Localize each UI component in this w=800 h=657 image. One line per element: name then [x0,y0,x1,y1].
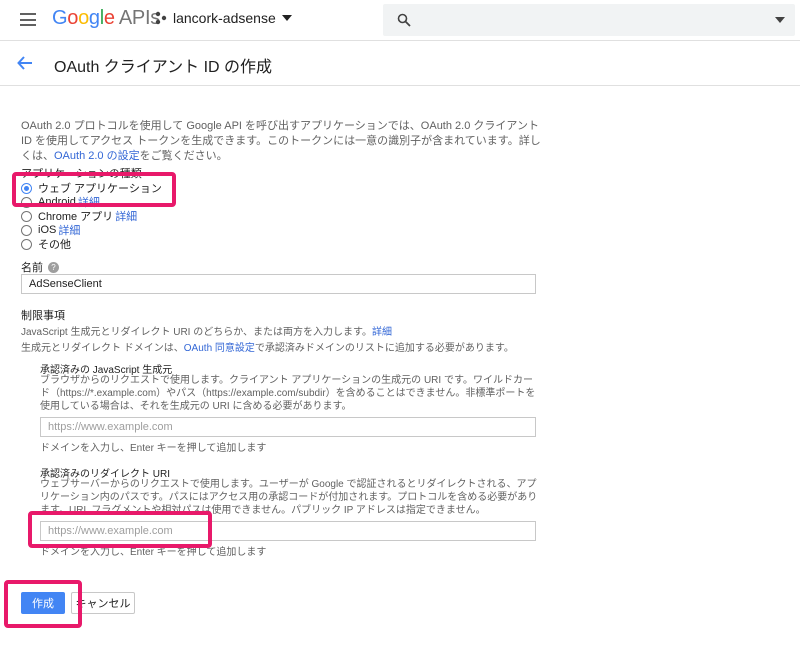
google-apis-logo[interactable]: Google APIs [52,7,160,30]
js-origin-hint: ドメインを入力し、Enter キーを押して追加します [40,443,267,454]
oauth-settings-link[interactable]: OAuth 2.0 の設定 [54,150,140,162]
redirect-uris-desc: ウェブサーバーからのリクエストで使用します。ユーザーが Google で認証され… [40,479,538,516]
page-title: OAuth クライアント ID の作成 [54,59,273,76]
js-origins-desc: ブラウザからのリクエストで使用します。クライアント アプリケーションの生成元の … [40,375,536,412]
logo-google: Google [52,7,115,29]
radio-icon [21,210,32,222]
search-dropdown-icon[interactable] [775,17,785,23]
radio-selected-icon [21,182,32,194]
restrictions-title: 制限事項 [21,310,65,322]
caret-down-icon [281,15,292,21]
radio-icon [21,196,32,208]
back-arrow-icon[interactable] [16,54,34,72]
redirect-uri-input[interactable] [40,521,536,541]
chrome-detail-link[interactable]: 詳細 [115,208,137,224]
create-button[interactable]: 作成 [21,592,65,614]
top-app-bar: Google APIs lancork-adsense [0,0,800,41]
domain-notice: 生成元とリダイレクト ドメインは、OAuth 同意設定で承認済みドメインのリスト… [21,343,514,354]
search-icon [397,13,411,27]
project-name: lancork-adsense [173,10,276,26]
name-label: 名前 ? [21,259,59,275]
restrictions-detail-link[interactable]: 詳細 [372,327,392,338]
intro-text: OAuth 2.0 プロトコルを使用して Google API を呼び出すアプリ… [21,120,541,162]
project-selector[interactable]: lancork-adsense [155,10,292,26]
redirect-uri-hint: ドメインを入力し、Enter キーを押して追加します [40,547,267,558]
radio-icon [21,224,32,236]
page-header: OAuth クライアント ID の作成 [0,41,800,86]
radio-icon [21,238,32,250]
menu-icon[interactable] [20,13,36,26]
oauth-consent-link[interactable]: OAuth 同意設定 [184,343,255,354]
radio-other[interactable]: その他 [21,236,71,252]
cancel-button[interactable]: キャンセル [71,592,135,614]
logo-apis: APIs [118,7,160,29]
search-bar[interactable] [383,4,795,36]
name-field[interactable] [21,274,536,294]
help-icon[interactable]: ? [48,261,59,273]
project-icon [155,11,167,25]
js-origin-input[interactable] [40,417,536,437]
restrictions-desc: JavaScript 生成元とリダイレクト URI のどちらか、または両方を入力… [21,327,393,338]
app-type-label: アプリケーションの種類 [21,168,142,180]
